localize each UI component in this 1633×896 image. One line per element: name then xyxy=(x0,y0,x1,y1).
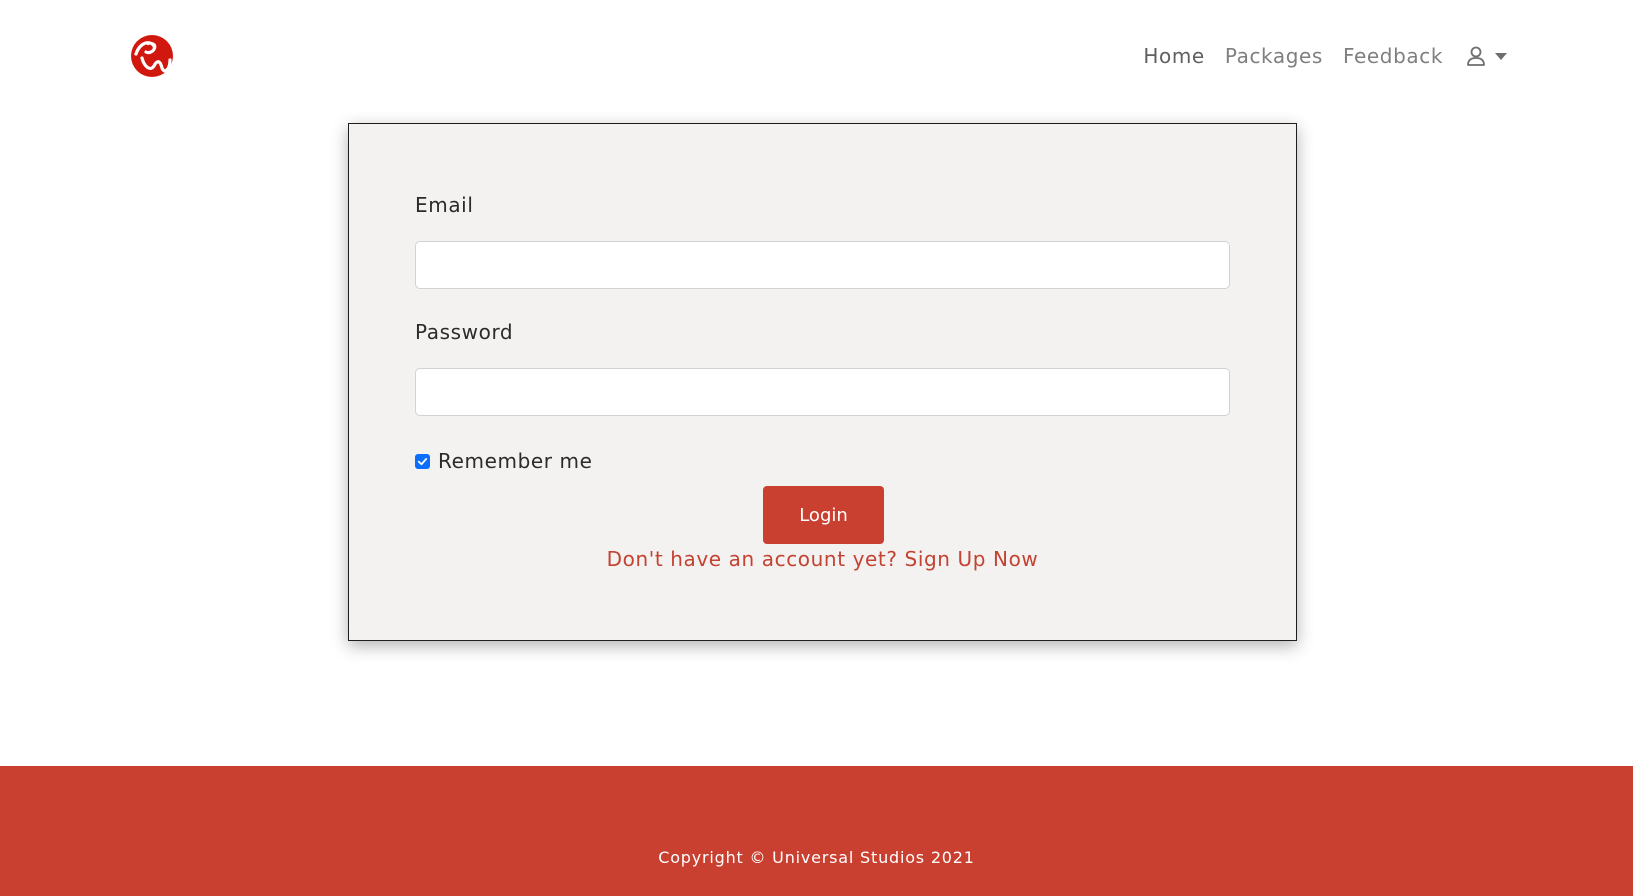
navbar: Home Packages Feedback xyxy=(0,0,1633,112)
login-button[interactable]: Login xyxy=(763,486,884,544)
sign-up-link[interactable]: Don't have an account yet? Sign Up Now xyxy=(349,547,1296,571)
nav-link-feedback[interactable]: Feedback xyxy=(1343,44,1443,68)
rws-logo-icon[interactable] xyxy=(128,32,176,80)
chevron-down-icon xyxy=(1495,52,1507,60)
copyright-text: Copyright © Universal Studios 2021 xyxy=(658,848,975,867)
email-label: Email xyxy=(415,193,474,217)
remember-me-checkbox[interactable] xyxy=(415,453,430,469)
email-field[interactable] xyxy=(415,241,1230,289)
remember-me-row: Remember me xyxy=(415,449,593,473)
user-menu-dropdown[interactable] xyxy=(1465,45,1507,67)
nav-link-home[interactable]: Home xyxy=(1143,44,1204,68)
password-field[interactable] xyxy=(415,368,1230,416)
nav-links: Home Packages Feedback xyxy=(1123,40,1507,72)
user-icon xyxy=(1467,46,1485,66)
remember-me-label: Remember me xyxy=(438,449,593,473)
login-card: Email Password Remember me Login Don't h… xyxy=(348,123,1297,641)
password-label: Password xyxy=(415,320,514,344)
checkmark-icon xyxy=(417,457,428,465)
footer: Copyright © Universal Studios 2021 xyxy=(0,766,1633,896)
nav-link-packages[interactable]: Packages xyxy=(1225,44,1323,68)
